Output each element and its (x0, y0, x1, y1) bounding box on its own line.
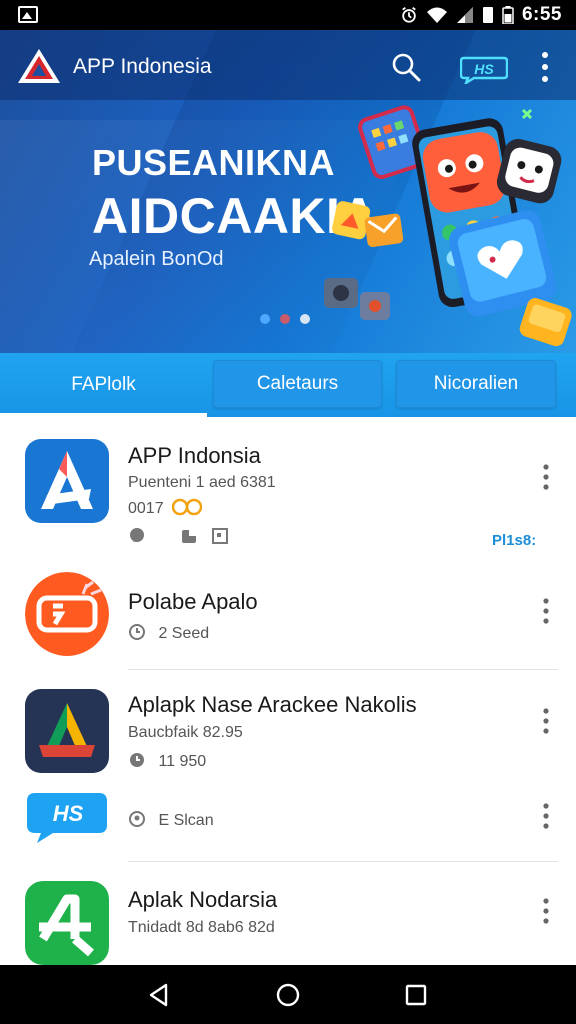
hero-headline-line1: PUSEANIKNA (92, 142, 336, 183)
alarm-icon (402, 7, 416, 23)
item-title: Aplapk Nase Arackee Nakolis (128, 692, 417, 717)
carousel-dot-1[interactable] (260, 314, 270, 324)
more-vert-icon[interactable] (540, 463, 552, 491)
tab-popular[interactable]: FAPlolk (0, 353, 207, 417)
signal-icon (456, 7, 473, 23)
app-title: APP Indonesia (73, 55, 212, 78)
app-logo-icon[interactable] (16, 47, 62, 85)
gallery-notification-icon (18, 6, 38, 23)
category-tabs: FAPlolk Caletaurs Nicoralien (0, 353, 576, 417)
sim-icon (482, 7, 493, 23)
divider (128, 669, 558, 670)
item-price[interactable]: Pl1s8: (492, 532, 536, 549)
divider (128, 861, 558, 862)
item-meta-row: E Slcan (128, 810, 214, 830)
more-vert-icon[interactable] (540, 802, 552, 830)
clock-icon (130, 753, 144, 767)
back-icon[interactable] (146, 982, 172, 1008)
wifi-icon (426, 7, 447, 23)
system-nav-bar (0, 965, 576, 1024)
app-list: APP Indonsia Puenteni 1 aed 6381 0017 Pl… (0, 417, 576, 965)
carousel-dot-2[interactable] (280, 314, 290, 324)
chat-icon (130, 528, 144, 542)
download-icon (182, 530, 197, 543)
app-indonesia-a-icon[interactable] (25, 439, 109, 523)
polabe-apalo-icon[interactable] (25, 572, 109, 656)
aplapk-a-icon[interactable] (25, 689, 109, 773)
battery-icon (502, 6, 514, 24)
hs-chat-icon[interactable]: HS (25, 787, 109, 845)
item-size: 2 Seed (158, 625, 210, 642)
tab-label: Nicoralien (433, 373, 519, 394)
recents-icon[interactable] (403, 982, 429, 1008)
item-downloads: 11 950 (158, 753, 207, 770)
location-icon (129, 811, 145, 827)
app-header: APP Indonesia HS (0, 30, 576, 100)
tab-label: FAPlolk (71, 374, 136, 395)
hero-subtitle: Apalein BonOd (89, 248, 224, 270)
status-icons: 6:55 (400, 4, 562, 26)
more-vert-icon[interactable] (540, 707, 552, 735)
item-icons-row (128, 527, 237, 547)
item-title: APP Indonsia (128, 443, 261, 468)
item-publisher: Baucbfaik 82.95 (128, 724, 243, 741)
hero-banner[interactable]: APP Indonesia HS PUSEANIKNA AIDCAAKIA Ap… (0, 30, 576, 355)
svg-text:HS: HS (53, 801, 84, 826)
item-meta-row: 11 950 (128, 751, 206, 771)
aplak-nodarsia-icon[interactable] (25, 881, 109, 965)
more-vert-icon[interactable] (536, 50, 554, 84)
hero-phone-illustration (324, 105, 572, 347)
home-icon[interactable] (275, 982, 301, 1008)
frame-icon (211, 528, 228, 544)
hs-badge-icon[interactable]: HS (460, 54, 508, 84)
item-publisher: Puenteni 1 aed 6381 (128, 474, 276, 491)
item-rating: 0017 (128, 500, 164, 517)
item-title: Aplak Nodarsia (128, 887, 278, 912)
status-bar: 6:55 (0, 0, 576, 30)
more-vert-icon[interactable] (540, 597, 552, 625)
search-icon[interactable] (391, 52, 421, 82)
item-meta-row: 2 Seed (128, 623, 209, 643)
item-title: Polabe Apalo (128, 589, 258, 614)
item-rating-row: 0017 (128, 498, 210, 518)
carousel-indicator[interactable] (260, 314, 310, 324)
tab-label: Caletaurs (256, 373, 339, 394)
tab-recommended[interactable]: Nicoralien (396, 360, 556, 408)
badge-icon (172, 498, 203, 516)
clock-time: 6:55 (521, 4, 562, 25)
item-publisher: Tnidadt 8d 8ab6 82d (128, 919, 275, 936)
carousel-dot-3[interactable] (300, 314, 310, 324)
item-status: E Slcan (158, 812, 214, 829)
clock-icon (129, 624, 145, 640)
svg-text:HS: HS (474, 61, 494, 77)
more-vert-icon[interactable] (540, 897, 552, 925)
tab-categories[interactable]: Caletaurs (213, 360, 382, 408)
